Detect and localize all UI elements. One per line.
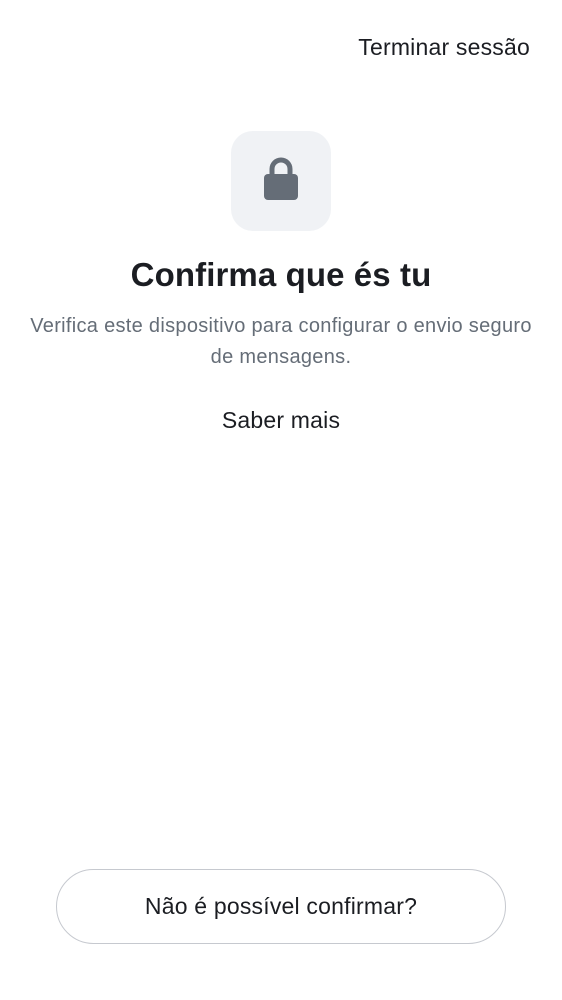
lock-icon — [263, 156, 299, 207]
cant-confirm-button[interactable]: Não é possível confirmar? — [56, 869, 506, 944]
sign-out-button[interactable]: Terminar sessão — [358, 34, 530, 61]
learn-more-link[interactable]: Saber mais — [0, 407, 562, 434]
page-title: Confirma que és tu — [130, 256, 432, 293]
page-description: Verifica este dispositivo para configura… — [30, 315, 532, 368]
lock-icon-tile — [231, 131, 331, 231]
